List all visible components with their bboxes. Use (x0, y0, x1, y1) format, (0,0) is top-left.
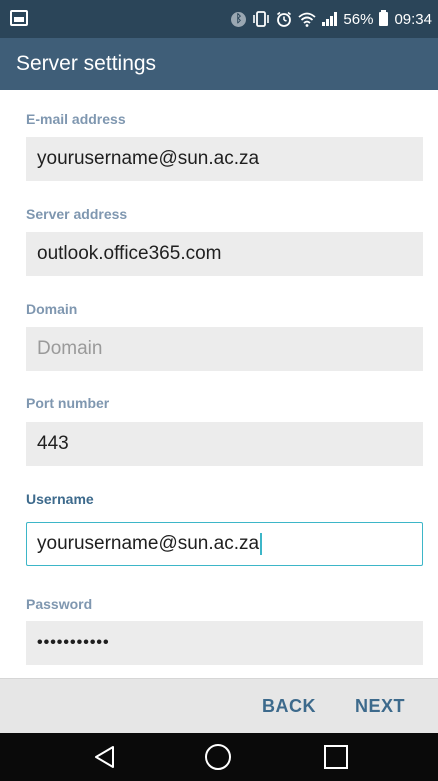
alarm-icon (276, 11, 292, 27)
signal-icon (322, 12, 338, 26)
system-nav-bar (0, 733, 438, 781)
battery-percent: 56% (343, 10, 374, 28)
port-number-field[interactable]: 443 (26, 422, 423, 466)
gallery-icon (10, 10, 28, 26)
next-button[interactable]: NEXT (355, 679, 405, 734)
username-label: Username (26, 491, 94, 507)
email-field[interactable]: yourusername@sun.ac.za (26, 137, 423, 181)
bluetooth-icon: ᛒ (231, 11, 247, 27)
vibrate-icon (252, 11, 270, 27)
server-address-field[interactable]: outlook.office365.com (26, 232, 423, 276)
clock-time: 09:34 (394, 10, 432, 28)
app-bar: Server settings (0, 38, 438, 90)
status-icons: ᛒ 56% 09:34 (231, 0, 432, 38)
server-settings-form: E-mail address yourusername@sun.ac.za Se… (0, 90, 438, 678)
wifi-icon (298, 12, 317, 27)
server-address-label: Server address (26, 206, 128, 222)
password-label: Password (26, 596, 93, 612)
nav-back-icon[interactable] (93, 745, 117, 769)
username-value: yourusername@sun.ac.za (37, 533, 260, 554)
nav-home-icon[interactable] (205, 744, 231, 770)
back-button[interactable]: BACK (262, 679, 316, 734)
battery-icon (379, 10, 389, 26)
domain-field[interactable]: Domain (26, 327, 423, 371)
text-cursor (260, 532, 263, 555)
button-bar: BACK NEXT (0, 678, 438, 733)
email-label: E-mail address (26, 111, 126, 127)
nav-recents-icon[interactable] (324, 745, 348, 769)
page-title: Server settings (16, 52, 157, 75)
domain-label: Domain (26, 301, 78, 317)
password-field[interactable]: ••••••••••• (26, 621, 423, 665)
status-bar: ᛒ 56% 09:34 (0, 0, 438, 38)
port-number-label: Port number (26, 395, 110, 411)
username-field[interactable]: yourusername@sun.ac.za (26, 522, 423, 566)
